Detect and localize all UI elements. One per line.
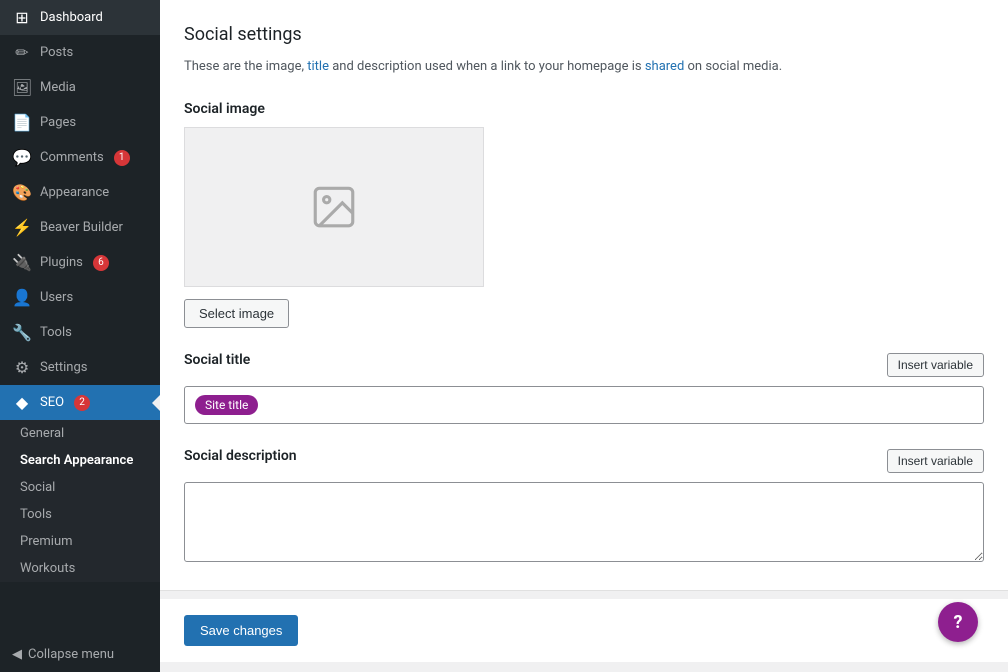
seo-submenu-search-appearance[interactable]: Search Appearance (0, 447, 160, 474)
collapse-arrow-icon: ◀ (12, 647, 22, 662)
seo-badge: 2 (74, 395, 90, 411)
description-text: These are the image, title and descripti… (184, 57, 984, 77)
sidebar-item-beaver-builder[interactable]: ⚡ Beaver Builder (0, 210, 160, 245)
image-placeholder-icon (309, 182, 359, 232)
sidebar-item-media[interactable]: 🖼 Media (0, 70, 160, 105)
main-content: Social settings These are the image, tit… (160, 0, 1008, 672)
sidebar-arrow (152, 395, 160, 411)
plugins-icon: 🔌 (12, 253, 32, 272)
seo-submenu-premium[interactable]: Premium (0, 528, 160, 555)
pages-icon: 📄 (12, 113, 32, 132)
sidebar-item-label: Pages (40, 115, 76, 130)
dashboard-icon: ⊞ (12, 8, 32, 27)
tools-icon: 🔧 (12, 323, 32, 342)
collapse-menu-label: Collapse menu (28, 647, 114, 662)
seo-submenu-workouts[interactable]: Workouts (0, 555, 160, 582)
users-icon: 👤 (12, 288, 32, 307)
social-description-input[interactable] (184, 482, 984, 562)
sidebar-item-seo[interactable]: ◆ SEO 2 (0, 385, 160, 420)
social-description-label: Social description (184, 448, 297, 464)
help-icon: ? (954, 612, 963, 633)
sidebar-item-label: Appearance (40, 185, 109, 200)
social-title-section: Social title Insert variable Site title (184, 352, 984, 424)
sidebar-item-settings[interactable]: ⚙ Settings (0, 350, 160, 385)
seo-submenu-social[interactable]: Social (0, 474, 160, 501)
appearance-icon: 🎨 (12, 183, 32, 202)
media-icon: 🖼 (12, 78, 32, 97)
title-link[interactable]: title (307, 59, 329, 74)
save-panel: Save changes (160, 599, 1008, 662)
sidebar-item-label: Beaver Builder (40, 220, 123, 235)
sidebar-item-label: Settings (40, 360, 87, 375)
social-image-section: Social image Select image (184, 101, 984, 328)
sidebar-item-label: Users (40, 290, 73, 305)
shared-link[interactable]: shared (645, 59, 684, 74)
sidebar-item-label: Plugins (40, 255, 83, 270)
social-title-header: Social title Insert variable (184, 352, 984, 378)
posts-icon: ✏ (12, 43, 32, 62)
social-title-label: Social title (184, 352, 250, 368)
social-settings-panel: Social settings These are the image, tit… (160, 0, 1008, 591)
sidebar-item-plugins[interactable]: 🔌 Plugins 6 (0, 245, 160, 280)
sidebar-item-label: Posts (40, 45, 73, 60)
seo-submenu: General Search Appearance Social Tools P… (0, 420, 160, 582)
section-title: Social settings (184, 24, 984, 45)
site-title-token: Site title (195, 395, 258, 415)
comments-icon: 💬 (12, 148, 32, 167)
sidebar-item-label: Media (40, 80, 76, 95)
sidebar-item-label: Tools (40, 325, 72, 340)
sidebar-item-posts[interactable]: ✏ Posts (0, 35, 160, 70)
insert-variable-button-description[interactable]: Insert variable (887, 449, 984, 473)
sidebar-item-label: SEO (40, 395, 64, 410)
social-image-label: Social image (184, 101, 984, 117)
collapse-menu-button[interactable]: ◀ Collapse menu (0, 637, 160, 672)
sidebar-item-dashboard[interactable]: ⊞ Dashboard (0, 0, 160, 35)
sidebar-item-tools[interactable]: 🔧 Tools (0, 315, 160, 350)
sidebar-item-users[interactable]: 👤 Users (0, 280, 160, 315)
select-image-button[interactable]: Select image (184, 299, 289, 328)
sidebar-item-label: Comments (40, 150, 104, 165)
sidebar-item-pages[interactable]: 📄 Pages (0, 105, 160, 140)
settings-icon: ⚙ (12, 358, 32, 377)
seo-submenu-general[interactable]: General (0, 420, 160, 447)
seo-submenu-tools[interactable]: Tools (0, 501, 160, 528)
seo-icon: ◆ (12, 393, 32, 412)
sidebar-item-comments[interactable]: 💬 Comments 1 (0, 140, 160, 175)
plugins-badge: 6 (93, 255, 109, 271)
save-changes-button[interactable]: Save changes (184, 615, 298, 646)
comments-badge: 1 (114, 150, 130, 166)
sidebar-item-appearance[interactable]: 🎨 Appearance (0, 175, 160, 210)
social-description-header: Social description Insert variable (184, 448, 984, 474)
social-description-section: Social description Insert variable (184, 448, 984, 566)
beaver-builder-icon: ⚡ (12, 218, 32, 237)
insert-variable-button-title[interactable]: Insert variable (887, 353, 984, 377)
social-title-input[interactable]: Site title (184, 386, 984, 424)
help-button[interactable]: ? (938, 602, 978, 642)
sidebar: ⊞ Dashboard ✏ Posts 🖼 Media 📄 Pages 💬 Co… (0, 0, 160, 672)
sidebar-item-label: Dashboard (40, 10, 103, 25)
social-image-placeholder (184, 127, 484, 287)
